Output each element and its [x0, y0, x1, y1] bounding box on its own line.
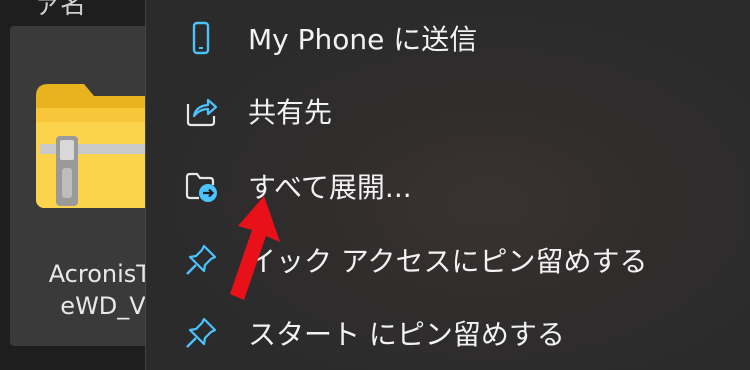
menu-item-label: スタート にピン留めする [248, 318, 565, 351]
pin-icon [184, 316, 218, 350]
phone-icon [184, 21, 218, 55]
menu-item-label: イック アクセスにピン留めする [248, 245, 648, 278]
menu-item-share[interactable]: 共有先 [146, 81, 750, 141]
extract-folder-icon [184, 169, 218, 203]
pin-icon [184, 243, 218, 277]
menu-item-pin-start[interactable]: スタート にピン留めする [146, 303, 750, 363]
column-header-fragment: ァ名 [34, 0, 87, 20]
menu-item-label: 共有先 [248, 96, 333, 129]
share-icon [184, 94, 218, 128]
menu-item-send-to-my-phone[interactable]: My Phone に送信 [146, 8, 750, 68]
context-menu: My Phone に送信 共有先 すべて展開... イック アクセスにピン留めす… [145, 0, 750, 370]
red-pointer-arrow [230, 196, 280, 300]
screenshot-canvas: ァ名 AcronisTr eWD_V My Phone に送信 共有先 すべて展… [0, 0, 750, 370]
menu-item-label: My Phone に送信 [248, 23, 478, 56]
zip-folder-icon [36, 84, 162, 208]
